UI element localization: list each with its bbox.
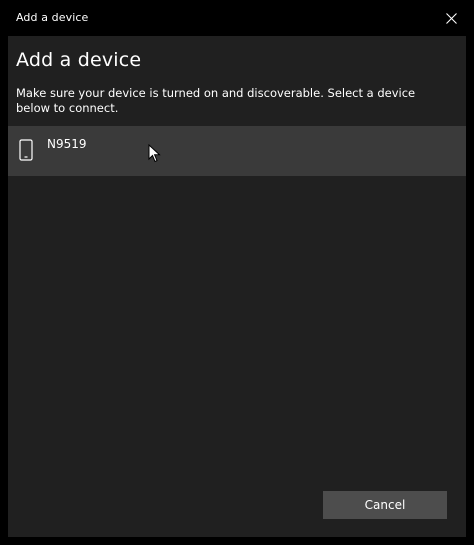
title-bar: Add a device bbox=[0, 0, 474, 36]
window-title: Add a device bbox=[16, 11, 89, 24]
dialog-instructions: Make sure your device is turned on and d… bbox=[16, 86, 416, 115]
phone-icon bbox=[19, 139, 33, 161]
dialog-heading: Add a device bbox=[16, 49, 142, 71]
close-button[interactable] bbox=[428, 0, 474, 36]
dialog-content: Add a device Make sure your device is tu… bbox=[8, 36, 466, 537]
add-device-window: Add a device Add a device Make sure your… bbox=[0, 0, 474, 545]
close-icon bbox=[445, 12, 457, 24]
mouse-pointer-icon bbox=[148, 144, 161, 163]
device-list-item[interactable]: N9519 bbox=[8, 126, 466, 176]
device-name: N9519 bbox=[47, 137, 87, 151]
cancel-button[interactable]: Cancel bbox=[323, 491, 447, 519]
device-list: N9519 bbox=[8, 126, 466, 176]
